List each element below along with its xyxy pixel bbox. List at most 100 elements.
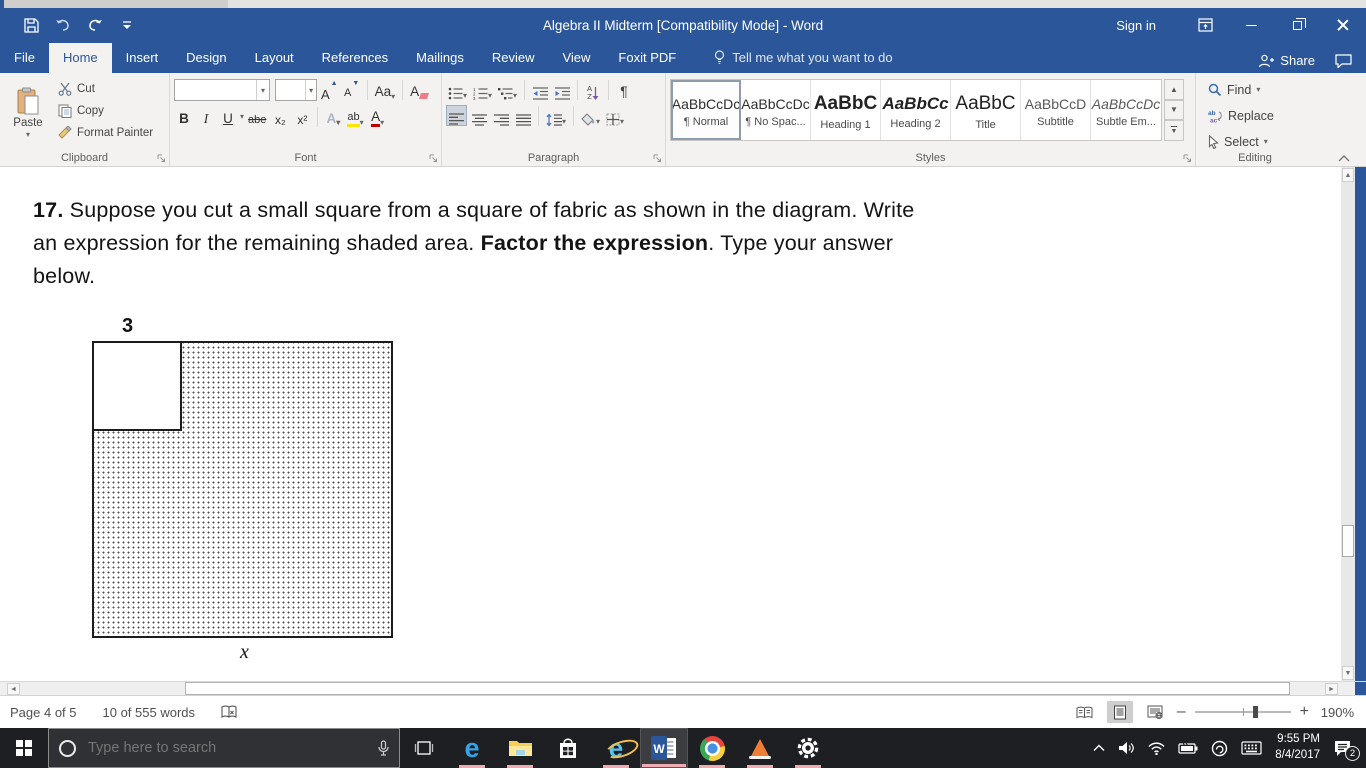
collapse-ribbon-icon[interactable]	[1338, 155, 1350, 162]
scroll-up-icon[interactable]: ▲	[1342, 168, 1354, 182]
shrink-font-button[interactable]: A ▼	[342, 80, 362, 101]
borders-button[interactable]: ▾	[604, 105, 626, 126]
grow-font-button[interactable]: A ▲	[319, 80, 340, 101]
tab-file[interactable]: File	[0, 43, 49, 73]
font-name-input[interactable]	[175, 80, 257, 100]
tray-expand-chevron-icon[interactable]	[1093, 744, 1105, 752]
tab-references[interactable]: References	[308, 43, 402, 73]
tab-foxit-pdf[interactable]: Foxit PDF	[604, 43, 690, 73]
zoom-level[interactable]: 190%	[1318, 705, 1354, 720]
print-layout-icon[interactable]	[1106, 701, 1133, 723]
tab-mailings[interactable]: Mailings	[402, 43, 478, 73]
web-layout-icon[interactable]	[1142, 701, 1168, 723]
replace-button[interactable]: ab ac Replace	[1208, 105, 1310, 126]
minimize-button[interactable]	[1228, 8, 1274, 42]
font-size-dropdown-caret[interactable]: ▾	[305, 80, 316, 100]
taskbar-edge[interactable]: e	[448, 728, 496, 768]
taskbar-file-explorer[interactable]	[496, 728, 544, 768]
style-heading-2[interactable]: AaBbCc Heading 2	[881, 80, 951, 140]
vertical-scrollbar[interactable]: ▲ ▼	[1341, 167, 1355, 681]
customize-qat-icon[interactable]	[118, 16, 136, 34]
word-count[interactable]: 10 of 555 words	[103, 705, 196, 720]
tab-insert[interactable]: Insert	[112, 43, 173, 73]
styles-dialog-launcher[interactable]	[1183, 154, 1192, 163]
comments-icon[interactable]	[1335, 53, 1366, 68]
font-name-combobox[interactable]: ▾	[174, 79, 270, 101]
style-no-spacing[interactable]: AaBbCcDc ¶ No Spac...	[741, 80, 811, 140]
styles-gallery-expand-icon[interactable]: ▼	[1164, 120, 1184, 141]
multilevel-list-button[interactable]: ▾	[496, 79, 519, 100]
proofing-status-icon[interactable]	[221, 705, 237, 719]
align-center-button[interactable]	[469, 105, 489, 126]
italic-button[interactable]: I	[196, 106, 216, 127]
change-case-button[interactable]: Aa ▾	[373, 80, 398, 101]
font-color-button[interactable]: A ▾	[368, 106, 388, 127]
styles-scroll-up-icon[interactable]: ▲	[1164, 79, 1184, 100]
vertical-scroll-thumb[interactable]	[1342, 525, 1354, 557]
line-spacing-button[interactable]: ▾	[544, 105, 568, 126]
restore-button[interactable]	[1274, 8, 1320, 42]
show-hide-pilcrow-button[interactable]: ¶	[614, 79, 634, 100]
align-left-button[interactable]	[446, 105, 467, 126]
superscript-button[interactable]: x²	[292, 106, 312, 127]
sign-in-button[interactable]: Sign in	[1090, 18, 1182, 33]
align-right-button[interactable]	[491, 105, 511, 126]
find-button[interactable]: Find ▾	[1208, 79, 1310, 100]
ribbon-display-options-icon[interactable]	[1182, 8, 1228, 42]
highlight-button[interactable]: ab ▾	[345, 106, 365, 127]
taskbar-chrome[interactable]	[688, 728, 736, 768]
wifi-icon[interactable]	[1148, 741, 1165, 755]
strikethrough-button[interactable]: abe	[246, 106, 268, 127]
scroll-right-icon[interactable]: ►	[1325, 683, 1338, 695]
text-effects-button[interactable]: A ▾	[323, 106, 343, 127]
shading-button[interactable]: ▾	[579, 105, 602, 126]
tab-review[interactable]: Review	[478, 43, 549, 73]
style-subtle-emphasis[interactable]: AaBbCcDc Subtle Em...	[1091, 80, 1161, 140]
font-dialog-launcher[interactable]	[429, 154, 438, 163]
touch-keyboard-icon[interactable]	[1241, 741, 1262, 755]
bold-button[interactable]: B	[174, 106, 194, 127]
zoom-in-button[interactable]: +	[1300, 703, 1309, 721]
taskbar-clock[interactable]: 9:55 PM 8/4/2017	[1275, 732, 1320, 763]
cut-button[interactable]: Cut	[58, 80, 153, 98]
decrease-indent-button[interactable]	[530, 79, 550, 100]
taskbar-internet-explorer[interactable]: e	[592, 728, 640, 768]
underline-dropdown-caret[interactable]: ▾	[240, 112, 244, 121]
copy-button[interactable]: Copy	[58, 102, 153, 120]
style-subtitle[interactable]: AaBbCcD Subtitle	[1021, 80, 1091, 140]
scroll-left-icon[interactable]: ◄	[7, 683, 20, 695]
style-heading-1[interactable]: AaBbC Heading 1	[811, 80, 881, 140]
tab-design[interactable]: Design	[172, 43, 240, 73]
creative-cloud-icon[interactable]	[1211, 740, 1228, 757]
close-button[interactable]	[1320, 8, 1366, 42]
underline-button[interactable]: U	[218, 106, 238, 127]
tell-me-box[interactable]: Tell me what you want to do	[704, 43, 902, 73]
clipboard-dialog-launcher[interactable]	[157, 154, 166, 163]
save-icon[interactable]	[22, 16, 40, 34]
bullets-button[interactable]: ▾	[446, 79, 469, 100]
paragraph-dialog-launcher[interactable]	[653, 154, 662, 163]
font-size-combobox[interactable]: ▾	[275, 79, 317, 101]
style-normal[interactable]: AaBbCcDc ¶ Normal	[671, 80, 741, 140]
page-indicator[interactable]: Page 4 of 5	[10, 705, 77, 720]
font-name-dropdown-caret[interactable]: ▾	[256, 80, 269, 100]
start-button[interactable]	[0, 728, 48, 768]
subscript-button[interactable]: x₂	[270, 106, 290, 127]
font-size-input[interactable]	[276, 80, 306, 100]
taskbar-search-box[interactable]	[48, 728, 400, 768]
increase-indent-button[interactable]	[552, 79, 572, 100]
taskbar-store[interactable]	[544, 728, 592, 768]
paste-button[interactable]: Paste ▾	[4, 76, 52, 150]
zoom-out-button[interactable]: –	[1177, 703, 1186, 721]
zoom-slider[interactable]	[1194, 706, 1291, 718]
select-button[interactable]: Select ▾	[1208, 131, 1310, 152]
battery-icon[interactable]	[1178, 742, 1198, 754]
tab-layout[interactable]: Layout	[241, 43, 308, 73]
scroll-down-icon[interactable]: ▼	[1342, 666, 1354, 680]
speaker-icon[interactable]	[1118, 741, 1135, 755]
format-painter-button[interactable]: Format Painter	[58, 124, 153, 142]
action-center-button[interactable]: 2	[1333, 740, 1360, 761]
sort-button[interactable]: AZ	[583, 79, 603, 100]
read-mode-icon[interactable]	[1072, 701, 1098, 723]
taskbar-vlc[interactable]	[736, 728, 784, 768]
